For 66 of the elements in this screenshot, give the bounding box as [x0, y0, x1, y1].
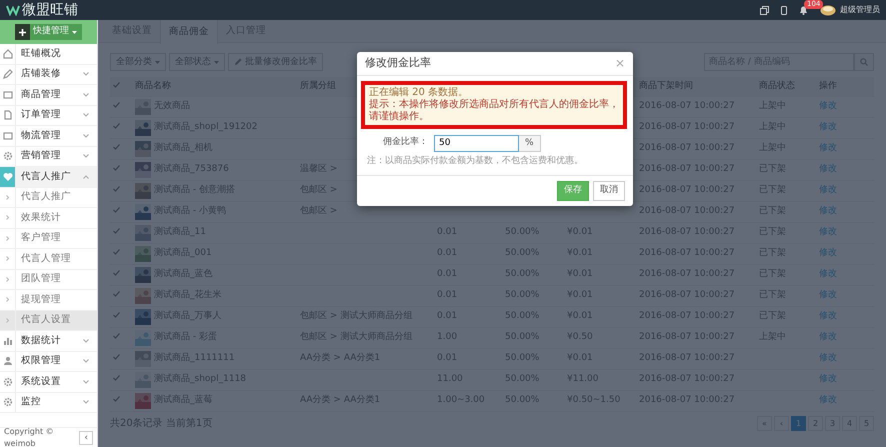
sidebar-item[interactable]: 订单管理: [0, 106, 97, 126]
plus-icon: [19, 28, 26, 36]
sidebar-item[interactable]: 监控: [0, 392, 97, 413]
quick-menu-button[interactable]: 快捷管理: [15, 24, 82, 40]
logo-icon: [6, 4, 20, 16]
sidebar-item[interactable]: 数据统计: [0, 331, 97, 352]
sidebar-subitem[interactable]: 客户管理: [0, 228, 97, 249]
document-icon: [2, 110, 12, 120]
heart-icon: [2, 172, 12, 182]
chevron-down-icon: [83, 113, 89, 118]
sidebar-subitem[interactable]: 效果统计: [0, 208, 97, 228]
avatar-icon: [820, 4, 836, 16]
chevron-down-icon: [83, 154, 89, 158]
commission-rate-field[interactable]: 50: [434, 134, 519, 152]
user-name[interactable]: 超级管理员: [840, 4, 880, 16]
chevron-right-icon: [6, 194, 9, 200]
chevron-down-icon: [83, 72, 89, 76]
chevron-right-icon: [6, 297, 9, 302]
chevron-down-icon: [83, 400, 89, 404]
chevron-right-icon: [6, 276, 9, 282]
save-button[interactable]: 保存: [557, 181, 589, 200]
chevron-down-icon: [83, 338, 89, 343]
chevron-right-icon: [6, 236, 9, 241]
collapse-button[interactable]: ‹: [79, 430, 93, 444]
sidebar-item[interactable]: 系统设置: [0, 372, 97, 392]
close-button[interactable]: ×: [614, 57, 625, 70]
chevron-down-icon: [83, 92, 89, 97]
chevron-down-icon: [83, 359, 89, 364]
sidebar-subitem[interactable]: 代言人推广: [0, 188, 97, 208]
phone-icon[interactable]: [781, 6, 787, 14]
sidebar-item[interactable]: 商品管理: [0, 85, 97, 106]
sidebar-subitem[interactable]: 代言人设置: [0, 310, 97, 331]
field-label: 佣金比率：: [383, 136, 428, 150]
person-icon: [2, 356, 12, 366]
modal-title: 修改佣金比率: [365, 55, 431, 71]
sidebar-subitem[interactable]: 提现管理: [0, 290, 97, 310]
sidebar-item[interactable]: 营销管理: [0, 146, 97, 167]
sidebar-item[interactable]: 店铺装修: [0, 64, 97, 85]
sidebar-item[interactable]: 权限管理: [0, 352, 97, 372]
chevron-down-icon: [83, 380, 89, 384]
alert-text: 提示：本操作将修改所选商品对所有代言人的佣金比率，请谨慎操作。: [369, 98, 619, 122]
sidebar-subitem[interactable]: 团队管理: [0, 270, 97, 290]
pencil-icon: [2, 69, 12, 80]
sidebar-item[interactable]: 代言人推广: [0, 167, 97, 188]
sidebar-subitem[interactable]: 代言人管理: [0, 249, 97, 270]
unit-label: %: [519, 134, 541, 152]
copyright-text: Copyright © weimob: [4, 426, 55, 447]
bell-icon[interactable]: [799, 5, 808, 15]
chevron-down-icon: [83, 134, 89, 138]
chevron-up-icon: [83, 174, 89, 179]
copy-icon[interactable]: [760, 6, 769, 14]
chart-icon: [2, 336, 12, 346]
box-icon: [2, 90, 12, 100]
box-icon: [2, 130, 12, 141]
chevron-right-icon: [6, 215, 9, 220]
gear-icon: [2, 397, 12, 408]
cancel-button[interactable]: 取消: [593, 181, 625, 200]
chevron-right-icon: [6, 318, 9, 323]
chevron-right-icon: [6, 256, 9, 262]
logo-text: 微盟旺铺: [22, 1, 78, 20]
caret-icon: [72, 30, 77, 34]
gear-icon: [2, 151, 12, 162]
gear-icon: [2, 376, 12, 387]
sidebar-item[interactable]: 物流管理: [0, 126, 97, 146]
sidebar-item[interactable]: 旺铺概况: [0, 44, 97, 64]
house-icon: [2, 48, 12, 59]
